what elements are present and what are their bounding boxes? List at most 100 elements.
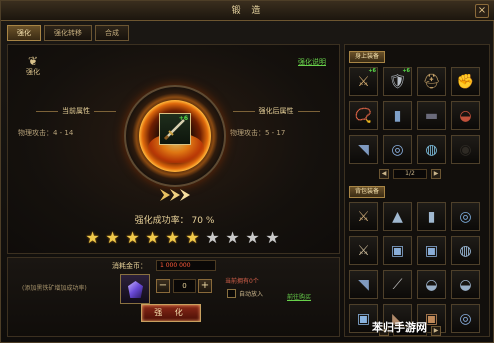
- equipped-section-title: 身上装备: [349, 51, 386, 63]
- equipped-grid: ⚔ +6 🛡 +6 ⛑ ✊ 📿 ▮ ▬ ◒ ◥ ◎ ◍ ◉: [349, 67, 480, 164]
- enhance-panel: ❦ 强化 强化说明 当前属性 物理攻击：4 - 14 强化后属性 物理攻击：5 …: [7, 44, 340, 254]
- necklace-icon: 📿: [354, 107, 373, 124]
- enhance-button[interactable]: 强 化: [141, 304, 201, 322]
- spear-icon: ⟋: [392, 276, 403, 293]
- gold-cost-label: 消耗金币：: [112, 262, 147, 270]
- bag-item-slot[interactable]: ◎: [451, 304, 480, 333]
- bag-next-button[interactable]: ▶: [431, 326, 441, 336]
- boots-icon: ▬: [424, 107, 439, 124]
- quantity-plus-button[interactable]: +: [198, 279, 212, 293]
- equipped-item-slot[interactable]: 📿: [349, 101, 378, 130]
- equipped-item-slot[interactable]: ◉: [451, 135, 480, 164]
- star-filled-icon: ★: [85, 228, 100, 247]
- star-filled-icon: ★: [125, 228, 140, 247]
- tab-combine[interactable]: 合成: [95, 25, 129, 41]
- equipped-item-slot[interactable]: ▬: [417, 101, 446, 130]
- enhance-item-slot[interactable]: +6: [159, 113, 191, 145]
- equipped-item-slot[interactable]: ◥: [349, 135, 378, 164]
- success-rate-label: 强化成功率：: [134, 216, 189, 226]
- belt-icon: ◒: [425, 276, 438, 293]
- blade-icon: ⚔: [357, 242, 370, 259]
- after-attr-title: 强化后属性: [226, 106, 326, 116]
- bag-grid: ⚔ ▲ ▮ ◎ ⚔ ▣ ▣ ◍ ◥ ⟋ ◒ ◒ ▣ ◣ ▣ ◎: [349, 202, 480, 333]
- equipped-item-slot[interactable]: ✊: [451, 67, 480, 96]
- quantity-input[interactable]: 0: [173, 279, 196, 293]
- equipped-page-indicator: 1/2: [393, 169, 427, 179]
- emblem-label: 强化: [26, 68, 40, 76]
- bag-item-slot[interactable]: ⚔: [349, 236, 378, 265]
- star-filled-icon: ★: [145, 228, 160, 247]
- watermark: 苯归手游网: [372, 321, 427, 334]
- equipped-next-button[interactable]: ▶: [431, 169, 441, 179]
- gold-cost-value: 1 000 000: [156, 260, 216, 271]
- armor-icon: ▣: [356, 310, 371, 327]
- tab-bar: 强化 强化转移 合成: [7, 25, 129, 41]
- belt-icon: ◒: [459, 276, 472, 293]
- enhance-emblem: ❦ 强化: [22, 55, 44, 77]
- leggings-icon: ◥: [358, 141, 369, 158]
- ore-slot[interactable]: [120, 274, 150, 304]
- bag-item-slot[interactable]: ⚔: [349, 202, 378, 231]
- title-bar: 锻 造 ×: [1, 1, 494, 21]
- bag-item-slot[interactable]: ◥: [349, 270, 378, 299]
- gloves-icon: ✊: [456, 73, 475, 90]
- bag-item-slot[interactable]: ▮: [417, 202, 446, 231]
- equipped-item-slot[interactable]: ⛑: [417, 67, 446, 96]
- tab-enhance[interactable]: 强化: [7, 25, 41, 41]
- bag-item-slot[interactable]: ▣: [383, 236, 412, 265]
- star-empty-icon: ★: [205, 228, 220, 247]
- star-filled-icon: ★: [105, 228, 120, 247]
- bracer-icon: ▮: [393, 107, 402, 124]
- sword-icon: ⚔: [357, 208, 370, 225]
- close-button[interactable]: ×: [475, 4, 489, 18]
- ring-icon: ◎: [459, 208, 472, 225]
- forge-window: 锻 造 × 强化 强化转移 合成 ❦ 强化 强化说明 当前属性 物理攻击：4 -…: [0, 0, 494, 343]
- quantity-minus-button[interactable]: −: [156, 279, 170, 293]
- sword-icon: ⚔: [357, 73, 370, 90]
- equipped-item-slot[interactable]: ◒: [451, 101, 480, 130]
- equipped-item-slot[interactable]: ◍: [417, 135, 446, 164]
- success-rate: 强化成功率： 70 %: [8, 213, 341, 226]
- success-rate-value: 70 %: [191, 216, 215, 226]
- buy-link[interactable]: 前往购买: [287, 292, 311, 301]
- bag-item-slot[interactable]: ◒: [451, 270, 480, 299]
- belt-icon: ◒: [459, 107, 472, 124]
- helmet-icon: ⛑: [422, 73, 441, 90]
- window-title: 锻 造: [231, 6, 265, 16]
- star-empty-icon: ★: [245, 228, 260, 247]
- bag-item-slot[interactable]: ◎: [451, 202, 480, 231]
- equipped-item-slot[interactable]: ⚔ +6: [349, 67, 378, 96]
- owned-count: 当前拥有0个: [225, 278, 259, 285]
- item-level-badge: +6: [178, 115, 188, 122]
- bag-item-slot[interactable]: ▲: [383, 202, 412, 231]
- armor-icon: ▣: [424, 242, 439, 259]
- tab-enhance-transfer[interactable]: 强化转移: [44, 25, 92, 41]
- star-rating: ★ ★ ★ ★ ★ ★ ★ ★ ★ ★: [84, 230, 281, 247]
- cost-panel: 消耗金币： 1 000 000 (添加黑铁矿增加成功率) − 0 + 当前拥有0…: [7, 257, 340, 337]
- helmet-icon: ▲: [392, 208, 403, 225]
- auto-fill-label: 自动放入: [239, 291, 264, 298]
- current-attr-value: 物理攻击：4 - 14: [18, 129, 74, 137]
- auto-fill-checkbox[interactable]: [227, 289, 236, 298]
- bag-item-slot[interactable]: ◍: [451, 236, 480, 265]
- armor-icon: 🛡: [388, 73, 407, 90]
- bag-item-slot[interactable]: ⟋: [383, 270, 412, 299]
- bag-item-slot[interactable]: ▣: [417, 236, 446, 265]
- equipped-item-slot[interactable]: 🛡 +6: [383, 67, 412, 96]
- bag-item-slot[interactable]: ◒: [417, 270, 446, 299]
- ring-icon: ◎: [459, 310, 472, 327]
- leggings-icon: ◥: [358, 276, 369, 293]
- after-attr-value: 物理攻击：5 - 17: [230, 129, 286, 137]
- item-level-badge: +6: [402, 68, 410, 74]
- equipped-item-slot[interactable]: ◎: [383, 135, 412, 164]
- star-filled-icon: ★: [185, 228, 200, 247]
- enhance-help-link[interactable]: 强化说明: [298, 57, 326, 67]
- armor-icon: ▣: [390, 242, 405, 259]
- equipment-panel: 身上装备 ⚔ +6 🛡 +6 ⛑ ✊ 📿 ▮ ▬ ◒ ◥ ◎ ◍ ◉ ◀ 1/2 ▶ 背包装备 ⚔ ▲ ▮ ◎ ⚔…: [344, 44, 490, 337]
- success-hint: (添加黑铁矿增加成功率): [22, 285, 87, 292]
- leggings-icon: ▮: [427, 208, 436, 225]
- ring-icon: ◍: [425, 141, 438, 158]
- star-empty-icon: ★: [265, 228, 280, 247]
- equipped-item-slot[interactable]: ▮: [383, 101, 412, 130]
- equipped-prev-button[interactable]: ◀: [379, 169, 389, 179]
